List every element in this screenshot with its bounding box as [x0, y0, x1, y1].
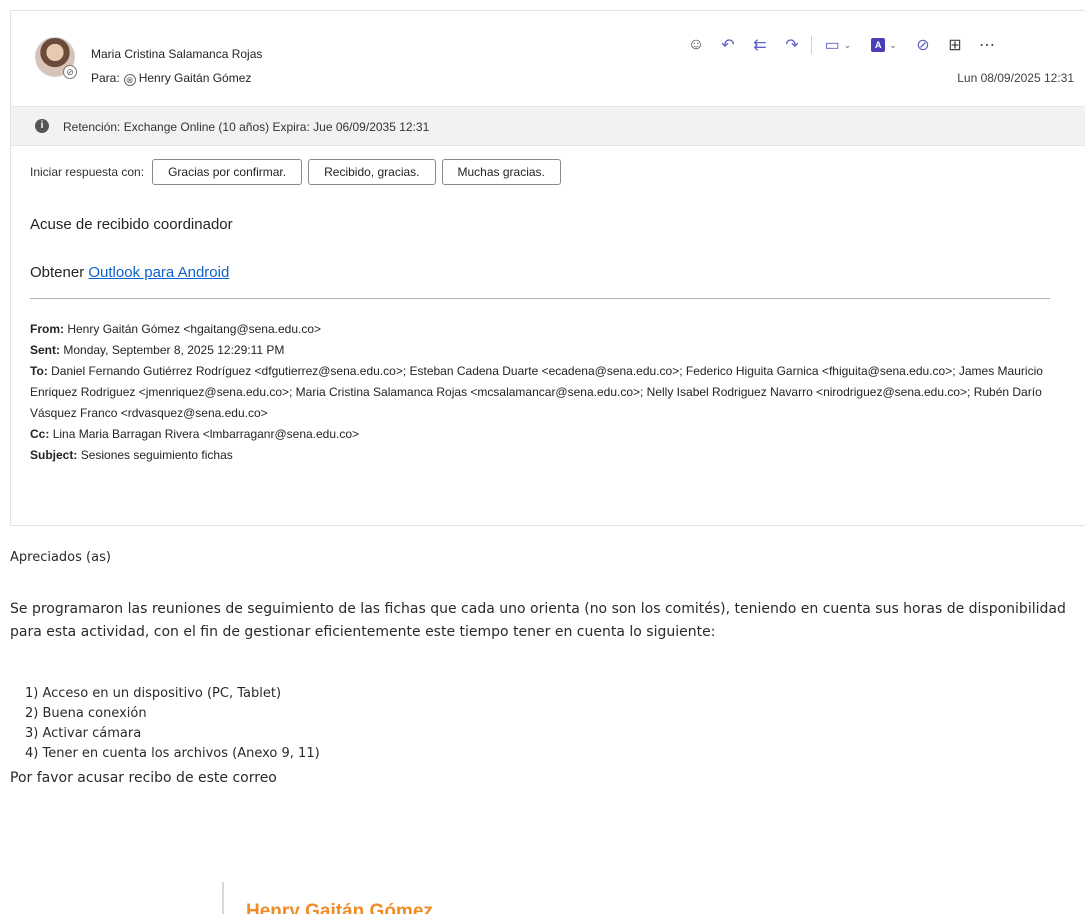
recipient-status-icon: ⊗ [123, 74, 136, 86]
presence-blocked-icon: ⊘ [63, 65, 77, 79]
retention-text: Retención: Exchange Online (10 años) Exp… [63, 120, 430, 134]
chevron-down-icon[interactable]: ⌄ [844, 40, 852, 51]
cc-label: Cc: [30, 427, 50, 441]
sender-name[interactable]: Maria Cristina Salamanca Rojas [91, 47, 262, 61]
reply-all-icon[interactable]: ⇇ [747, 33, 773, 57]
list-item: 2) Buena conexión [25, 706, 147, 721]
meeting-icon[interactable]: ▭ ⌄ [818, 33, 858, 57]
suggested-reply-button[interactable]: Recibido, gracias. [308, 159, 436, 185]
to-label: To: [30, 364, 48, 378]
suggested-replies-label: Iniciar respuesta con: [30, 165, 145, 179]
promo-prefix: Obtener [30, 264, 85, 281]
retention-banner: i Retención: Exchange Online (10 años) E… [11, 106, 1085, 146]
forwarded-body: Apreciados (as) Se programaron las reuni… [10, 550, 1080, 786]
info-icon: i [35, 119, 49, 133]
emoji-icon[interactable]: ☺ [683, 33, 709, 57]
greeting: Apreciados (as) [10, 550, 111, 565]
recipient-name[interactable]: Henry Gaitán Gómez [139, 71, 252, 85]
signature-divider [222, 882, 224, 914]
message-header: ⊘ Maria Cristina Salamanca Rojas Para: ⊗ H… [11, 11, 1085, 106]
list-item: 4) Tener en cuenta los archivos (Anexo 9… [25, 746, 320, 761]
requirements-list: 1) Acceso en un dispositivo (PC, Tablet)… [25, 684, 320, 764]
subject-label: Subject: [30, 448, 78, 462]
apps-icon[interactable]: ⊞ [942, 33, 968, 57]
message-text: Acuse de recibido coordinador [30, 216, 233, 233]
outlook-android-link[interactable]: Outlook para Android [88, 264, 229, 281]
toolbar-divider [811, 36, 812, 54]
pdf-icon[interactable]: A ⌄ [864, 33, 904, 57]
message-toolbar: ☺ ↶ ⇇ ↷ ▭ ⌄ A ⌄ ⊘ ⊞ ⋯ [683, 33, 1006, 57]
suggested-reply-button[interactable]: Muchas gracias. [441, 159, 561, 185]
closing-line: Por favor acusar recibo de este correo [10, 770, 277, 786]
more-icon[interactable]: ⋯ [974, 33, 1000, 57]
loop-icon[interactable]: ⊘ [910, 33, 936, 57]
suggested-replies: Iniciar respuesta con: Gracias por confi… [11, 158, 567, 186]
email-reading-pane: ⊘ Maria Cristina Salamanca Rojas Para: ⊗ H… [10, 10, 1085, 526]
cc-value: Lina Maria Barragan Rivera <lmbarraganr@… [52, 427, 360, 441]
to-label: Para: [91, 71, 120, 85]
recipient-line: Para: ⊗ Henry Gaitán Gómez [91, 71, 251, 86]
subject-value: Sesiones seguimiento fichas [80, 448, 233, 462]
reply-icon[interactable]: ↶ [715, 33, 741, 57]
body-paragraph: Se programaron las reuniones de seguimie… [10, 601, 1066, 640]
pdf-logo-icon: A [871, 38, 886, 52]
list-item: 1) Acceso en un dispositivo (PC, Tablet) [25, 686, 282, 701]
from-value: Henry Gaitán Gómez <hgaitang@sena.edu.co… [67, 322, 322, 336]
sent-label: Sent: [30, 343, 60, 357]
outlook-promo: Obtener Outlook para Android [30, 264, 229, 281]
list-item: 3) Activar cámara [25, 726, 142, 741]
forwarded-header: From: Henry Gaitán Gómez <hgaitang@sena.… [30, 319, 1070, 466]
message-date: Lun 08/09/2025 12:31 [957, 71, 1074, 85]
sent-value: Monday, September 8, 2025 12:29:11 PM [63, 343, 285, 357]
signature-name: Henry Gaitán Gómez [246, 901, 433, 914]
chevron-down-icon[interactable]: ⌄ [889, 40, 897, 51]
from-label: From: [30, 322, 64, 336]
forward-icon[interactable]: ↷ [779, 33, 805, 57]
suggested-reply-button[interactable]: Gracias por confirmar. [152, 159, 303, 185]
to-value: Daniel Fernando Gutiérrez Rodríguez <dfg… [30, 364, 1043, 420]
forward-divider [30, 298, 1050, 299]
